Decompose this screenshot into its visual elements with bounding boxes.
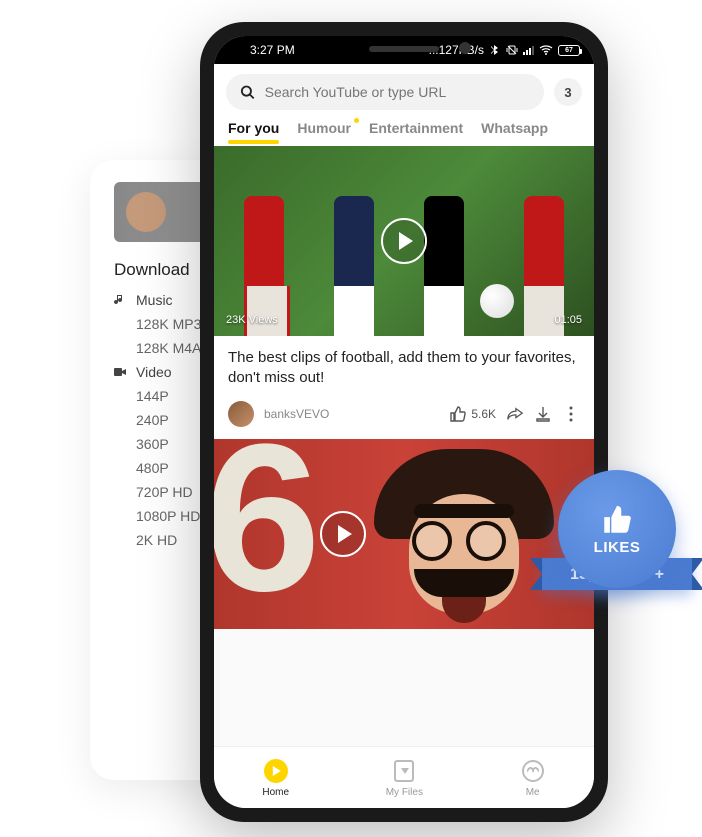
more-button[interactable] [562,405,580,423]
tab-humour[interactable]: Humour [297,120,351,136]
nav-home[interactable]: Home [262,758,289,798]
new-dot-icon [354,118,359,123]
video-thumbnail[interactable]: 6 [214,439,594,629]
search-box[interactable] [226,74,544,110]
search-row: 3 [214,64,594,120]
vibrate-icon [506,44,518,56]
channel-name[interactable]: banksVEVO [264,407,329,421]
tab-entertainment[interactable]: Entertainment [369,120,463,136]
download-button[interactable] [534,405,552,423]
thumbs-up-icon [449,405,467,423]
battery-icon: 67 [558,45,580,56]
likes-label: LIKES [594,539,641,556]
video-card-1[interactable]: 23K Views 01:05 The best clips of footba… [214,146,594,439]
nav-label: My Files [386,787,423,798]
play-icon[interactable] [381,218,427,264]
video-label: Video [136,364,172,380]
tab-whatsapp[interactable]: Whatsapp [481,120,548,136]
home-icon [264,759,288,783]
download-icon [534,405,552,423]
nav-my-files[interactable]: My Files [386,758,423,798]
status-time: 3:27 PM [250,43,295,57]
phone-frame: 3:27 PM ...127KB/s 67 3 For you Humour E… [200,22,608,822]
music-label: Music [136,292,173,308]
wifi-icon [539,44,553,56]
likes-circle: LIKES [558,470,676,588]
like-count: 5.6K [471,407,496,421]
bluetooth-icon [489,44,501,56]
category-tabs: For you Humour Entertainment Whatsapp [214,120,594,146]
share-icon [506,405,524,423]
bottom-nav: Home My Files Me [214,746,594,808]
tab-count-badge[interactable]: 3 [554,78,582,106]
video-thumbnail[interactable]: 23K Views 01:05 [214,146,594,336]
thumbs-up-icon [600,503,634,537]
search-icon [240,84,255,100]
video-camera-icon [114,366,126,378]
nav-me[interactable]: Me [520,758,546,798]
video-title: The best clips of football, add them to … [214,336,594,397]
share-button[interactable] [506,405,524,423]
play-icon[interactable] [320,511,366,557]
video-duration: 01:05 [554,314,582,326]
channel-avatar[interactable] [228,401,254,427]
more-vertical-icon [562,405,580,423]
nav-label: Me [526,787,540,798]
search-input[interactable] [265,84,530,100]
status-bar: 3:27 PM ...127KB/s 67 [214,36,594,64]
likes-badge: LIKES 15,000,000 + [542,470,692,590]
video-card-2[interactable]: 6 [214,439,594,629]
like-button[interactable]: 5.6K [449,405,496,423]
status-network-speed: ...127KB/s [429,43,484,57]
files-icon [394,760,414,782]
music-note-icon [114,294,126,306]
phone-screen: 3:27 PM ...127KB/s 67 3 For you Humour E… [214,36,594,808]
tab-for-you[interactable]: For you [228,120,279,136]
smiley-icon [522,760,544,782]
nav-label: Home [262,787,289,798]
video-views: 23K Views [226,314,278,326]
signal-icon [523,46,534,55]
video-action-bar: banksVEVO 5.6K [214,397,594,439]
